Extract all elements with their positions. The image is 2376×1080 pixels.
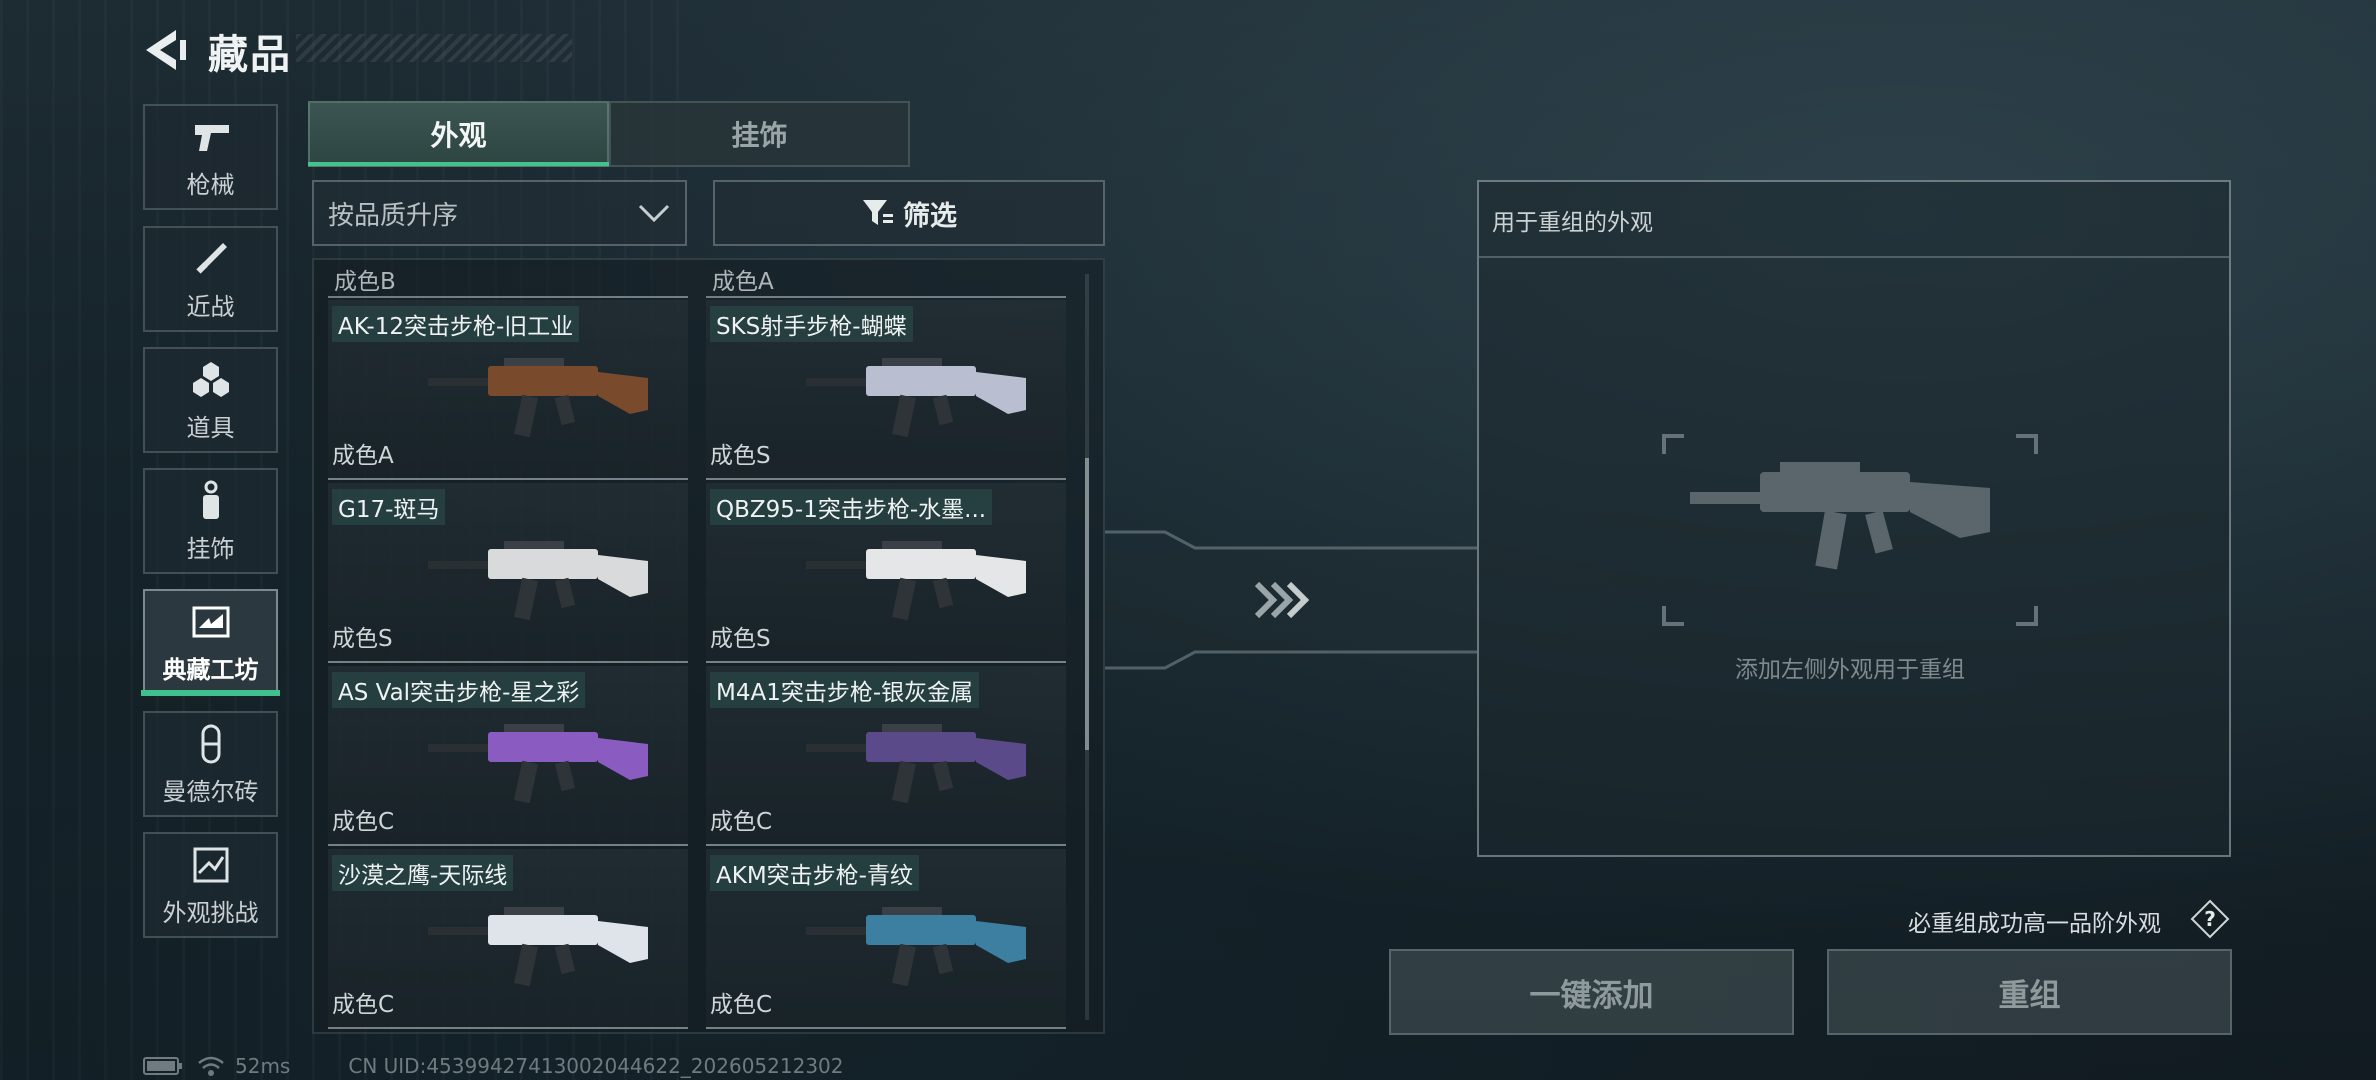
skin-card[interactable]: 沙漠之鹰-天际线成色C <box>328 849 688 1029</box>
weapon-skin-image <box>806 358 1026 438</box>
sort-dropdown[interactable]: 按品质升序 <box>312 180 687 246</box>
title-decoration <box>296 34 572 62</box>
sidebar-item-melee[interactable]: 近战 <box>143 226 278 332</box>
grenade-icon <box>192 361 229 397</box>
partial-grade-text: 成色A <box>712 269 774 295</box>
chevron-down-icon <box>638 204 670 223</box>
tab-exterior[interactable]: 外观 <box>308 101 609 167</box>
sidebar-item-firearms[interactable]: 枪械 <box>143 104 278 210</box>
partial-grade-text: 成色B <box>334 269 396 295</box>
charm-icon <box>202 480 219 519</box>
skin-grade: 成色C <box>332 809 395 835</box>
weapon-skin-image <box>428 907 648 987</box>
weapon-skin-image <box>806 724 1026 804</box>
weapon-skin-image <box>428 724 648 804</box>
skin-name: M4A1突击步枪-银灰金属 <box>710 672 980 708</box>
skin-card[interactable]: M4A1突击步枪-银灰金属成色C <box>706 666 1066 846</box>
recompose-button[interactable]: 重组 <box>1827 949 2232 1035</box>
skin-card[interactable]: G17-斑马成色S <box>328 483 688 663</box>
skin-name: 沙漠之鹰-天际线 <box>332 855 514 891</box>
sidebar-item-charms[interactable]: 挂饰 <box>143 468 278 574</box>
skin-grade: 成色C <box>710 992 773 1018</box>
skin-name: G17-斑马 <box>332 489 446 525</box>
skin-grade: 成色A <box>332 443 394 469</box>
skin-list[interactable]: 成色B 成色A AK-12突击步枪-旧工业 成色A SKS射手步枪-蝴蝶 成色S G17… <box>312 258 1105 1034</box>
svg-text:?: ? <box>2204 907 2216 931</box>
sidebar-item-label: 曼德尔砖 <box>162 777 259 806</box>
skin-card[interactable]: AKM突击步枪-青纹成色C <box>706 849 1066 1029</box>
sidebar-item-items[interactable]: 道具 <box>143 347 278 453</box>
skin-grade: 成色C <box>710 809 773 835</box>
scrollbar-thumb[interactable] <box>1085 458 1089 750</box>
skin-name: QBZ95-1突击步枪-水墨... <box>710 489 993 525</box>
sidebar-item-mandel-brick[interactable]: 曼德尔砖 <box>143 711 278 817</box>
rifle-silhouette-icon <box>1690 462 1990 570</box>
skin-card[interactable]: AK-12突击步枪-旧工业成色A <box>328 300 688 480</box>
status-bar: 52ms CN UID:4539942741300204462​2_202605… <box>143 1052 844 1080</box>
sidebar-item-label: 外观挑战 <box>162 898 259 927</box>
divider <box>328 296 688 298</box>
sidebar-item-workshop[interactable]: 典藏工坊 <box>143 589 278 695</box>
workshop-icon <box>192 606 229 637</box>
sidebar-item-label: 近战 <box>186 292 235 321</box>
skin-card[interactable]: SKS射手步枪-蝴蝶成色S <box>706 300 1066 480</box>
pistol-icon <box>194 124 229 151</box>
tab-pendant[interactable]: 挂饰 <box>609 101 910 167</box>
connector-decoration <box>1105 530 1477 670</box>
page-title: 藏品 <box>208 32 292 78</box>
sidebar-item-label: 典藏工坊 <box>162 655 259 684</box>
sidebar-active-indicator <box>141 690 280 696</box>
empty-slot-placeholder[interactable] <box>1660 432 2040 628</box>
skin-grade: 成色S <box>710 443 771 469</box>
skin-card[interactable]: AS Val突击步枪-星之彩成色C <box>328 666 688 846</box>
sidebar-item-label: 枪械 <box>186 170 235 199</box>
skin-name: AK-12突击步枪-旧工业 <box>332 306 580 342</box>
divider <box>1479 256 2229 258</box>
uid-text: CN UID:4539942741300204462​2_20260521230… <box>348 1054 844 1078</box>
sidebar-item-label: 道具 <box>186 413 235 442</box>
skin-name: AS Val突击步枪-星之彩 <box>332 672 586 708</box>
knife-icon <box>195 242 227 274</box>
filter-label: 筛选 <box>903 200 957 232</box>
skin-grade: 成色C <box>332 992 395 1018</box>
sidebar-item-label: 挂饰 <box>186 534 235 563</box>
challenge-icon <box>193 847 228 882</box>
wifi-icon <box>198 1056 224 1076</box>
skin-grade: 成色S <box>332 626 393 652</box>
weapon-skin-image <box>428 358 648 438</box>
filter-icon <box>863 200 893 225</box>
help-icon[interactable]: ? <box>2190 899 2230 939</box>
divider <box>706 296 1066 298</box>
ping-text: 52ms <box>235 1054 291 1078</box>
recompose-panel-title: 用于重组的外观 <box>1492 210 1653 236</box>
back-arrow-icon[interactable] <box>140 24 188 76</box>
weapon-skin-image <box>806 541 1026 621</box>
weapon-skin-image <box>806 907 1026 987</box>
sort-dropdown-value: 按品质升序 <box>328 200 459 231</box>
add-all-button[interactable]: 一键添加 <box>1389 949 1794 1035</box>
success-hint: 必重组成功高一品阶外观 <box>1908 911 2161 937</box>
weapon-skin-image <box>428 541 648 621</box>
skin-card[interactable]: QBZ95-1突击步枪-水墨... 成色S <box>706 483 1066 663</box>
placeholder-hint: 添加左侧外观用于重组 <box>1735 657 1965 683</box>
battery-icon <box>143 1057 182 1075</box>
mandel-brick-icon <box>201 724 220 763</box>
skin-name: SKS射手步枪-蝴蝶 <box>710 306 913 342</box>
skin-grade: 成色S <box>710 626 771 652</box>
sidebar-item-challenge[interactable]: 外观挑战 <box>143 832 278 938</box>
tab-active-underline <box>308 162 609 166</box>
skin-name: AKM突击步枪-青纹 <box>710 855 919 891</box>
filter-button[interactable]: 筛选 <box>713 180 1105 246</box>
